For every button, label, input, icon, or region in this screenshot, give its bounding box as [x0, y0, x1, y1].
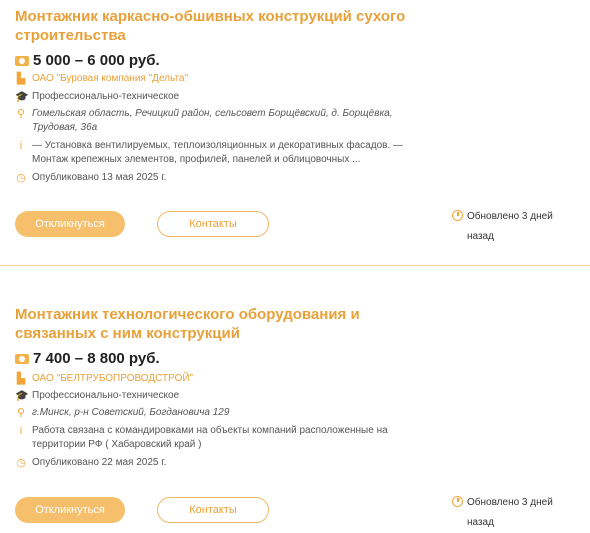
info-icon: i	[19, 140, 23, 152]
published-text: Опубликовано 22 мая 2025 г.	[32, 457, 167, 468]
description-text: Работа связана с командировками на объек…	[32, 425, 388, 450]
education-text: Профессионально-техническое	[32, 91, 180, 102]
company-name[interactable]: ОАО "БЕЛТРУБОПРОВОДСТРОЙ"	[32, 372, 422, 386]
published-text: Опубликовано 13 мая 2025 г.	[32, 172, 167, 183]
updated-text: Обновлено 3 дней назад	[467, 497, 553, 528]
graduation-cap-icon: 🎓	[15, 91, 29, 103]
location-pin-icon: ⚲	[16, 108, 26, 120]
company-row: ▙ ОАО "Буровая компания "Дельта"	[15, 72, 422, 86]
vacancy-title[interactable]: Монтажник технологического оборудования …	[15, 305, 435, 343]
salary-value: 7 400 – 8 800 руб.	[33, 350, 160, 367]
clock-icon: ◷	[16, 457, 26, 469]
location-pin-icon: ⚲	[16, 407, 26, 419]
address-text: Гомельская область, Речицкий район, сель…	[32, 108, 393, 133]
money-icon	[15, 353, 29, 364]
info-icon: i	[19, 425, 23, 437]
contacts-button[interactable]: Контакты	[157, 211, 269, 237]
updated-info: Обновлено 3 дней назад	[452, 493, 572, 533]
address-row: ⚲ Гомельская область, Речицкий район, се…	[15, 107, 437, 135]
education-text: Профессионально-техническое	[32, 390, 180, 401]
money-icon	[15, 55, 29, 66]
factory-icon: ▙	[16, 373, 26, 385]
company-row: ▙ ОАО "БЕЛТРУБОПРОВОДСТРОЙ"	[15, 372, 422, 386]
vacancy-title[interactable]: Монтажник каркасно-обшивных конструкций …	[15, 7, 435, 45]
description-text: — Установка вентилируемых, теплоизоляцио…	[32, 140, 403, 165]
apply-button[interactable]: Откликнуться	[15, 211, 125, 237]
contacts-button[interactable]: Контакты	[157, 497, 269, 523]
published-row: ◷ Опубликовано 22 мая 2025 г.	[15, 456, 422, 470]
clock-icon	[452, 496, 463, 507]
salary: 7 400 – 8 800 руб.	[15, 350, 160, 367]
divider	[0, 265, 590, 266]
graduation-cap-icon: 🎓	[15, 390, 29, 402]
apply-button[interactable]: Откликнуться	[15, 497, 125, 523]
factory-icon: ▙	[16, 73, 26, 85]
updated-text: Обновлено 3 дней назад	[467, 211, 553, 242]
salary: 5 000 – 6 000 руб.	[15, 52, 160, 69]
education-row: 🎓 Профессионально-техническое	[15, 90, 422, 104]
updated-info: Обновлено 3 дней назад	[452, 207, 572, 247]
salary-value: 5 000 – 6 000 руб.	[33, 52, 160, 69]
clock-icon	[452, 210, 463, 221]
clock-icon: ◷	[16, 172, 26, 184]
published-row: ◷ Опубликовано 13 мая 2025 г.	[15, 171, 422, 185]
address-text: г.Минск, р-н Советский, Богдановича 129	[32, 407, 230, 418]
education-row: 🎓 Профессионально-техническое	[15, 389, 422, 403]
company-name[interactable]: ОАО "Буровая компания "Дельта"	[32, 72, 422, 86]
address-row: ⚲ г.Минск, р-н Советский, Богдановича 12…	[15, 406, 422, 420]
description-row: i Работа связана с командировками на объ…	[15, 424, 407, 452]
description-row: i — Установка вентилируемых, теплоизоляц…	[15, 139, 412, 167]
